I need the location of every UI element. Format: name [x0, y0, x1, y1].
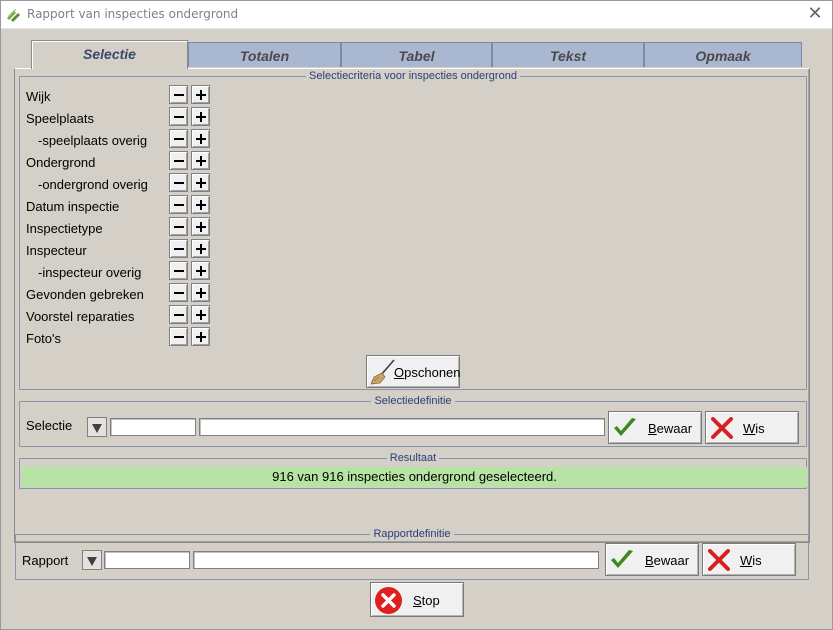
plus-icon[interactable] — [191, 129, 210, 148]
opschonen-label: pschonen — [404, 365, 461, 380]
plus-icon[interactable] — [191, 261, 210, 280]
rapport-dropdown-button[interactable] — [82, 550, 102, 570]
criterion-label: -speelplaats overig — [38, 133, 148, 148]
rapport-bewaar-button[interactable]: Bewaar — [605, 543, 699, 576]
rapportdefinitie-group: Rapportdefinitie Rapport Bewaar Wis — [15, 528, 809, 580]
bewaar-label-accel: B — [648, 421, 657, 436]
broom-icon — [370, 359, 396, 388]
chevron-down-icon — [87, 557, 97, 566]
opschonen-button[interactable]: Opschonen — [366, 355, 461, 388]
criterion-label: Speelplaats — [26, 111, 94, 126]
selectiedefinitie-group-title: Selectiedefinitie — [371, 395, 455, 407]
chevron-down-icon — [92, 424, 102, 433]
wis-label: is — [755, 421, 765, 436]
selectie-bewaar-button[interactable]: Bewaar — [608, 411, 702, 444]
wis-label-accel: W — [743, 421, 756, 436]
plus-icon[interactable] — [191, 217, 210, 236]
criterion-label: Ondergrond — [26, 155, 96, 170]
bewaar-label-accel: B — [645, 553, 654, 568]
plus-icon[interactable] — [191, 305, 210, 324]
plus-icon[interactable] — [191, 107, 210, 126]
bewaar-label: ewaar — [653, 553, 690, 568]
minus-icon[interactable] — [169, 195, 188, 214]
selectie-name-input[interactable] — [199, 418, 605, 436]
criterion-label: Wijk — [26, 89, 51, 104]
criteria-group: Selectiecriteria voor inspecties ondergr… — [19, 70, 807, 390]
tab-opmaak[interactable]: Opmaak — [644, 42, 802, 67]
tab-panel-selectie: Selectiecriteria voor inspecties ondergr… — [14, 68, 810, 543]
selectie-label: Selectie — [26, 418, 73, 433]
tab-tekst[interactable]: Tekst — [492, 42, 644, 67]
minus-icon[interactable] — [169, 107, 188, 126]
minus-icon[interactable] — [169, 261, 188, 280]
stop-label: top — [421, 593, 440, 608]
minus-icon[interactable] — [169, 85, 188, 104]
close-icon[interactable]: ✕ — [798, 1, 832, 29]
minus-icon[interactable] — [169, 217, 188, 236]
plus-icon[interactable] — [191, 239, 210, 258]
selectie-dropdown-button[interactable] — [87, 417, 107, 437]
result-status-text: 916 van 916 inspecties ondergrond gesele… — [22, 467, 807, 487]
stop-icon — [374, 586, 403, 618]
criterion-label: Inspectietype — [26, 221, 103, 236]
dialog-client: Selectie Totalen Tabel Tekst Opmaak Sele… — [3, 31, 830, 628]
cross-icon — [711, 417, 733, 442]
resultaat-group: Resultaat 916 van 916 inspecties ondergr… — [19, 452, 807, 489]
selectiedefinitie-group: Selectiedefinitie Selectie Bewaar Wis — [19, 395, 807, 447]
minus-icon[interactable] — [169, 129, 188, 148]
criterion-label: Foto's — [26, 331, 61, 346]
criterion-label: Inspecteur — [26, 243, 87, 258]
minus-icon[interactable] — [169, 239, 188, 258]
title-bar: Rapport van inspecties ondergrond ✕ — [1, 1, 832, 29]
plus-icon[interactable] — [191, 327, 210, 346]
checkmark-icon — [609, 548, 635, 575]
dialog-window: Rapport van inspecties ondergrond ✕ Sele… — [0, 0, 833, 630]
wis-label: is — [752, 553, 762, 568]
tab-tabel[interactable]: Tabel — [341, 42, 492, 67]
selectie-code-input[interactable] — [110, 418, 196, 436]
bewaar-label: ewaar — [656, 421, 693, 436]
stop-button[interactable]: Stop — [370, 582, 464, 617]
tab-selectie[interactable]: Selectie — [31, 40, 188, 69]
minus-icon[interactable] — [169, 173, 188, 192]
wis-label-accel: W — [740, 553, 753, 568]
tab-totalen[interactable]: Totalen — [188, 42, 341, 67]
rapport-label: Rapport — [22, 553, 69, 568]
stop-label-accel: S — [413, 593, 422, 608]
plus-icon[interactable] — [191, 85, 210, 104]
criterion-label: -inspecteur overig — [38, 265, 142, 280]
checkmark-icon — [612, 416, 638, 443]
window-title: Rapport van inspecties ondergrond — [27, 7, 239, 21]
resultaat-group-title: Resultaat — [386, 452, 440, 464]
criterion-label: Datum inspectie — [26, 199, 120, 214]
plus-icon[interactable] — [191, 283, 210, 302]
minus-icon[interactable] — [169, 305, 188, 324]
criterion-label: Gevonden gebreken — [26, 287, 144, 302]
rapport-wis-button[interactable]: Wis — [702, 543, 796, 576]
plus-icon[interactable] — [191, 195, 210, 214]
criterion-label: Voorstel reparaties — [26, 309, 135, 324]
plus-icon[interactable] — [191, 173, 210, 192]
criteria-group-title: Selectiecriteria voor inspecties ondergr… — [306, 70, 520, 82]
minus-icon[interactable] — [169, 327, 188, 346]
cross-icon — [708, 549, 730, 574]
plus-icon[interactable] — [191, 151, 210, 170]
criterion-label: -ondergrond overig — [38, 177, 148, 192]
opschonen-label-accel: O — [394, 365, 405, 380]
rapport-code-input[interactable] — [104, 551, 190, 569]
rapportdefinitie-group-title: Rapportdefinitie — [370, 528, 454, 540]
minus-icon[interactable] — [169, 283, 188, 302]
rapport-name-input[interactable] — [193, 551, 599, 569]
minus-icon[interactable] — [169, 151, 188, 170]
app-icon — [6, 7, 22, 23]
selectie-wis-button[interactable]: Wis — [705, 411, 799, 444]
